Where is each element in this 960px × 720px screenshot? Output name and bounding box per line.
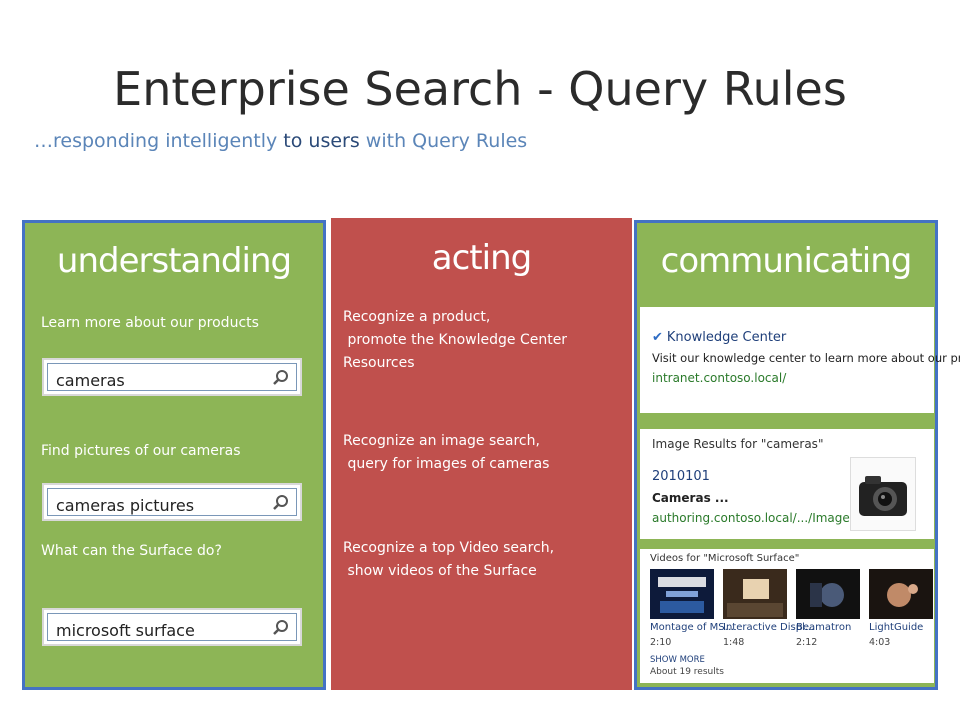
search-box-frame: cameras <box>47 363 297 391</box>
video-duration: 4:03 <box>869 637 891 648</box>
search-icon[interactable] <box>272 494 290 512</box>
camera-thumbnail[interactable] <box>850 457 916 531</box>
video-results-block: Videos for "Microsoft Surface" Montage o… <box>640 549 934 683</box>
image-results-title: Image Results for "cameras" <box>652 437 824 451</box>
video-result-count: About 19 results <box>650 667 724 677</box>
video-thumbnail-art <box>658 577 706 613</box>
acting-column: acting Recognize a product, promote the … <box>331 218 632 690</box>
video-thumbnail-art <box>887 583 918 607</box>
video-results-title: Videos for "Microsoft Surface" <box>650 553 800 564</box>
understanding-note-1: Learn more about our products <box>41 315 259 331</box>
video-caption[interactable]: Montage of MS... <box>650 622 734 633</box>
rule-line: Recognize a top Video search, <box>343 540 555 556</box>
understanding-column: understanding Learn more about our produ… <box>22 220 326 690</box>
knowledge-center-title: Knowledge Center <box>666 330 787 345</box>
acting-heading: acting <box>431 238 532 278</box>
rule-line: Recognize an image search, <box>343 433 540 449</box>
search-box-frame: microsoft surface <box>47 613 297 641</box>
show-more-link[interactable]: SHOW MORE <box>650 655 705 665</box>
subtitle-rest: with Query Rules <box>365 130 528 152</box>
understanding-note-2: Find pictures of our cameras <box>41 443 241 459</box>
rule-line: Resources <box>343 355 415 371</box>
slide-title: Enterprise Search - Query Rules <box>113 62 847 116</box>
search-query-text: microsoft surface <box>56 621 195 640</box>
search-box-microsoft-surface[interactable]: microsoft surface <box>42 608 302 646</box>
search-icon[interactable] <box>272 369 290 387</box>
video-thumbnail[interactable] <box>869 569 933 619</box>
knowledge-center-result[interactable]: ✔ Knowledge Center Visit our knowledge ce… <box>640 307 960 413</box>
rule-line: Recognize a product, <box>343 309 491 325</box>
communicating-column: communicating ✔ Knowledge Center Visit ou… <box>634 220 960 690</box>
video-caption[interactable]: LightGuide <box>869 622 923 633</box>
video-thumbnail[interactable] <box>796 569 860 619</box>
video-thumbnail-art <box>810 583 844 607</box>
acting-rule-3: Recognize a top Video search, show video… <box>343 537 554 583</box>
checkmark-icon: ✔ <box>652 330 663 345</box>
acting-rule-2: Recognize an image search, query for ima… <box>343 430 549 476</box>
video-thumbnail-art <box>727 579 783 617</box>
understanding-heading: understanding <box>56 241 292 281</box>
subtitle-to: to <box>283 130 303 152</box>
search-box-frame: cameras pictures <box>47 488 297 516</box>
communicating-heading: communicating <box>660 241 913 281</box>
search-icon[interactable] <box>272 619 290 637</box>
knowledge-center-url: intranet.contoso.local/ <box>652 371 787 385</box>
video-caption[interactable]: Beamatron <box>796 622 851 633</box>
image-result-name: Cameras ... <box>652 491 729 505</box>
search-box-cameras-pictures[interactable]: cameras pictures <box>42 483 302 521</box>
camera-icon <box>859 476 907 516</box>
knowledge-center-link[interactable]: ✔ Knowledge Center <box>652 330 786 345</box>
search-box-cameras[interactable]: cameras <box>42 358 302 396</box>
slide-subtitle: …responding intelligently to users with … <box>34 130 527 152</box>
acting-rule-1: Recognize a product, promote the Knowled… <box>343 306 567 375</box>
search-query-text: cameras pictures <box>56 496 195 515</box>
video-thumbnail[interactable] <box>723 569 787 619</box>
search-query-text: cameras <box>56 371 125 390</box>
understanding-note-3: What can the Surface do? <box>41 543 222 559</box>
image-result-url: authoring.contoso.local/.../Images <box>652 511 857 525</box>
knowledge-center-description: Visit our knowledge center to learn more… <box>652 351 960 365</box>
image-result-link[interactable]: 2010101 <box>652 469 710 484</box>
subtitle-users: users <box>302 130 366 152</box>
image-results-block: Image Results for "cameras" 2010101 Came… <box>640 429 934 539</box>
rule-line: show videos of the Surface <box>343 563 537 579</box>
rule-line: promote the Knowledge Center <box>343 332 568 348</box>
subtitle-prefix: …responding intelligently <box>34 130 284 152</box>
video-duration: 1:48 <box>723 637 745 648</box>
video-thumbnail[interactable] <box>650 569 714 619</box>
rule-line: query for images of cameras <box>343 456 550 472</box>
video-duration: 2:12 <box>796 637 818 648</box>
video-duration: 2:10 <box>650 637 672 648</box>
